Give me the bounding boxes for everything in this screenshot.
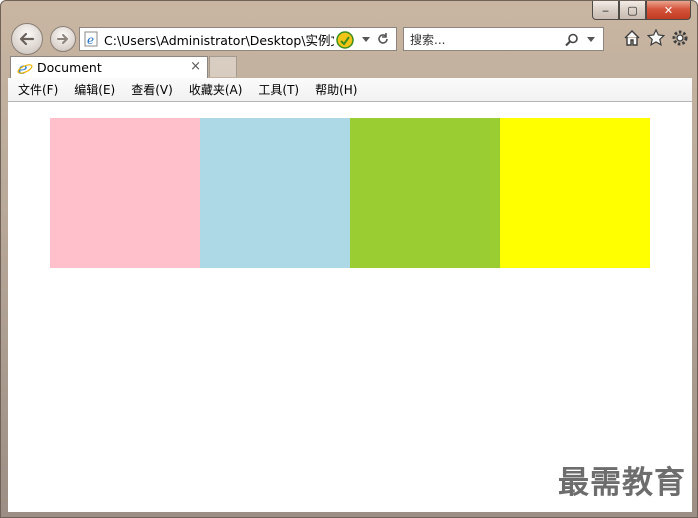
forward-button[interactable] [50,26,76,52]
menu-help[interactable]: 帮助(H) [315,81,357,98]
favorites-star-icon[interactable] [647,29,665,47]
new-tab-button[interactable] [209,56,237,77]
maximize-button[interactable]: ▢ [619,1,646,20]
dropdown-arrow-icon[interactable] [362,37,370,43]
address-bar[interactable]: e C:\Users\Administrator\Desktop\实例文 [79,27,397,51]
tab-title: Document [37,60,102,75]
search-box[interactable]: 搜索... [403,27,604,51]
yellowgreen-box [350,118,500,268]
page-ie-icon: e [84,31,98,47]
watermark-logo: 最需教育 [558,465,686,501]
lightblue-box [200,118,350,268]
ie-logo-icon: e [17,60,33,76]
menu-bar: 文件(F) 编辑(E) 查看(V) 收藏夹(A) 工具(T) 帮助(H) [8,78,692,102]
search-placeholder: 搜索... [410,32,446,47]
close-window-button[interactable]: ✕ [646,1,691,20]
caption-buttons: ‒ ▢ ✕ [592,1,691,21]
back-arrow-icon [19,32,35,46]
menu-view[interactable]: 查看(V) [131,81,173,98]
home-icon[interactable] [623,29,641,47]
menu-favorites[interactable]: 收藏夹(A) [189,81,243,98]
toolbar-icons [623,29,689,47]
search-dropdown-icon[interactable] [587,37,595,43]
pink-box [50,118,200,268]
menu-edit[interactable]: 编辑(E) [74,81,115,98]
address-text[interactable]: C:\Users\Administrator\Desktop\实例文 [104,30,334,49]
minimize-button[interactable]: ‒ [592,1,619,20]
menu-tools[interactable]: 工具(T) [258,81,299,98]
page-content: 最需教育 [8,102,692,512]
navigation-bar: e C:\Users\Administrator\Desktop\实例文 搜索.… [7,23,691,55]
tab-document[interactable]: e Document × [10,56,208,78]
compat-view-icon[interactable] [336,31,354,49]
forward-arrow-icon [57,34,68,44]
tab-close-button[interactable]: × [190,59,201,74]
settings-gear-icon[interactable] [671,29,689,47]
menu-file[interactable]: 文件(F) [18,81,58,98]
svg-text:e: e [87,33,94,47]
color-boxes [50,118,650,268]
refresh-icon[interactable] [376,32,390,46]
browser-window: ‒ ▢ ✕ e C:\Users\Administrator\Desktop\实… [0,0,698,518]
back-button[interactable] [11,23,43,55]
search-icon[interactable] [565,33,579,47]
yellow-box [500,118,650,268]
